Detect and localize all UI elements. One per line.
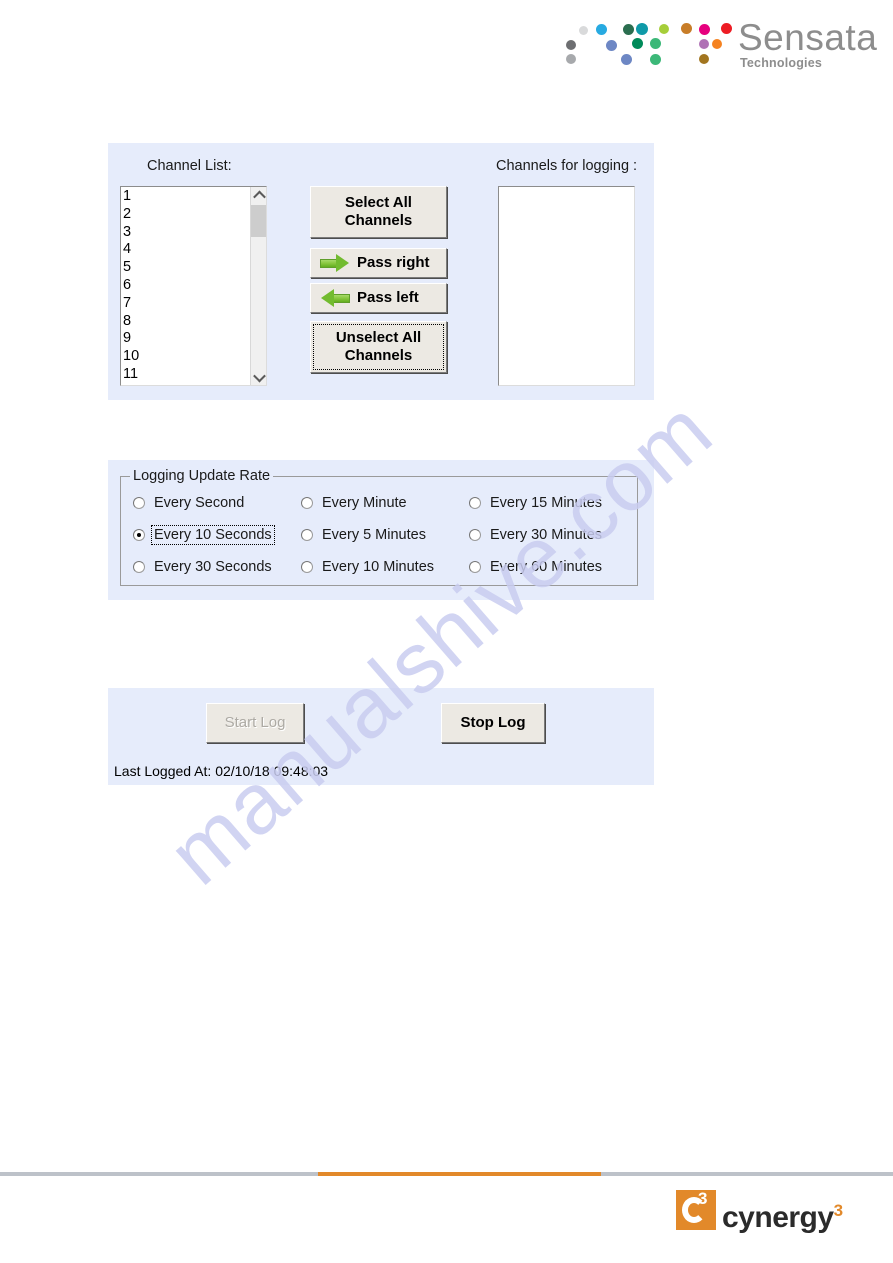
- sensata-wordmark: Sensata: [738, 17, 878, 58]
- footer-accent-bar: [318, 1172, 601, 1176]
- stop-log-label: Stop Log: [460, 714, 526, 731]
- sensata-logo: Sensata Technologies: [566, 17, 886, 78]
- radio-label: Every 10 Seconds: [151, 525, 275, 545]
- sensata-logo-dot: [699, 54, 709, 64]
- radio-label: Every 15 Minutes: [490, 495, 603, 511]
- radio-label: Every 10 Minutes: [322, 559, 435, 575]
- sensata-logo-dot: [712, 39, 722, 49]
- list-item[interactable]: 5: [123, 259, 249, 277]
- sensata-logo-dot: [606, 40, 617, 51]
- radio-indicator-icon[interactable]: [133, 497, 145, 509]
- scroll-down-arrow-icon[interactable]: [251, 369, 266, 385]
- radio-label: Every Minute: [322, 495, 407, 511]
- cynergy3-wordmark: cynergy3: [722, 1194, 843, 1235]
- sensata-logo-dot: [699, 24, 710, 35]
- footer-divider: [0, 1172, 893, 1176]
- pass-left-label: Pass left: [357, 289, 419, 306]
- channel-list-scrollbar[interactable]: [250, 187, 266, 385]
- pass-left-button[interactable]: Pass left: [310, 283, 447, 313]
- sensata-tagline: Technologies: [740, 56, 823, 70]
- list-item[interactable]: 9: [123, 330, 249, 348]
- list-item[interactable]: 11: [123, 366, 249, 384]
- start-log-button[interactable]: Start Log: [206, 703, 304, 743]
- radio-every-60-minutes[interactable]: Every 60 Minutes: [469, 558, 604, 576]
- channel-list-label: Channel List:: [147, 158, 232, 174]
- sensata-logo-dot: [566, 40, 576, 50]
- channel-list-items: 1 2 3 4 5 6 7 8 9 10 11: [123, 188, 249, 385]
- select-all-channels-button[interactable]: Select All Channels: [310, 186, 447, 238]
- radio-indicator-icon[interactable]: [301, 529, 313, 541]
- radio-indicator-icon[interactable]: [133, 529, 145, 541]
- sensata-logo-dot: [632, 38, 643, 49]
- logging-channels-items: [501, 188, 632, 385]
- radio-indicator-icon[interactable]: [301, 497, 313, 509]
- sensata-logo-dot: [650, 38, 661, 49]
- radio-label: Every 30 Minutes: [490, 527, 603, 543]
- arrow-left-icon: [320, 288, 350, 308]
- sensata-logo-dot: [681, 23, 692, 34]
- pass-right-label: Pass right: [357, 254, 430, 271]
- logging-update-rate-title: Logging Update Rate: [130, 468, 274, 484]
- start-log-label: Start Log: [224, 714, 286, 731]
- list-item[interactable]: 10: [123, 348, 249, 366]
- channels-for-logging-label: Channels for logging :: [496, 158, 638, 174]
- radio-indicator-icon[interactable]: [469, 497, 481, 509]
- radio-indicator-icon[interactable]: [469, 529, 481, 541]
- list-item[interactable]: 7: [123, 295, 249, 313]
- cynergy3-word-superscript: 3: [833, 1201, 843, 1220]
- scroll-up-arrow-icon[interactable]: [251, 187, 266, 203]
- radio-every-15-minutes[interactable]: Every 15 Minutes: [469, 494, 604, 512]
- radio-indicator-icon[interactable]: [133, 561, 145, 573]
- radio-label: Every Second: [154, 495, 245, 511]
- sensata-logo-dot: [721, 23, 732, 34]
- logging-channels-list-box[interactable]: [498, 186, 635, 386]
- radio-every-10-minutes[interactable]: Every 10 Minutes: [301, 558, 436, 576]
- list-item[interactable]: 3: [123, 224, 249, 242]
- radio-every-second[interactable]: Every Second: [133, 494, 246, 512]
- arrow-right-icon: [320, 253, 350, 273]
- select-all-channels-label: Select All Channels: [344, 194, 413, 229]
- sensata-dot-pattern: [566, 18, 736, 68]
- last-logged-status: Last Logged At: 02/10/18 09:48:03: [114, 763, 329, 779]
- channel-selection-panel: Channel List: Channels for logging : 123…: [108, 143, 654, 400]
- sensata-logo-dot: [636, 23, 648, 35]
- radio-every-30-minutes[interactable]: Every 30 Minutes: [469, 526, 604, 544]
- sensata-logo-dot: [623, 24, 634, 35]
- radio-every-5-minutes[interactable]: Every 5 Minutes: [301, 526, 428, 544]
- radio-indicator-icon[interactable]: [301, 561, 313, 573]
- cynergy3-mark-superscript: 3: [698, 1189, 708, 1208]
- radio-indicator-icon[interactable]: [469, 561, 481, 573]
- unselect-all-channels-label: Unselect All Channels: [335, 329, 422, 364]
- list-item[interactable]: 4: [123, 241, 249, 259]
- radio-every-30-seconds[interactable]: Every 30 Seconds: [133, 558, 274, 576]
- sensata-logo-dot: [699, 39, 709, 49]
- scrollbar-thumb[interactable]: [251, 205, 266, 237]
- logging-rate-panel: Logging Update Rate Every Second Every 10…: [108, 460, 654, 600]
- list-item[interactable]: 6: [123, 277, 249, 295]
- unselect-all-channels-button[interactable]: Unselect All Channels: [310, 321, 447, 373]
- sensata-logo-dot: [650, 54, 661, 65]
- channel-list-box[interactable]: 1 2 3 4 5 6 7 8 9 10 11: [120, 186, 267, 386]
- radio-every-10-seconds[interactable]: Every 10 Seconds: [133, 525, 275, 545]
- sensata-logo-dot: [579, 26, 588, 35]
- sensata-logo-dot: [621, 54, 632, 65]
- radio-label: Every 30 Seconds: [154, 559, 272, 575]
- list-item[interactable]: 8: [123, 313, 249, 331]
- sensata-logo-dot: [566, 54, 576, 64]
- list-item[interactable]: 2: [123, 206, 249, 224]
- cynergy3-logo: 3 cynergy3: [676, 1190, 886, 1234]
- radio-every-minute[interactable]: Every Minute: [301, 494, 409, 512]
- cynergy3-word: cynergy: [722, 1201, 834, 1234]
- sensata-logo-dot: [596, 24, 607, 35]
- radio-label: Every 5 Minutes: [322, 527, 426, 543]
- radio-label: Every 60 Minutes: [490, 559, 603, 575]
- pass-right-button[interactable]: Pass right: [310, 248, 447, 278]
- log-controls-panel: Start Log Stop Log Last Logged At: 02/10…: [108, 688, 654, 785]
- sensata-logo-dot: [659, 24, 669, 34]
- cynergy3-mark-icon: 3: [676, 1190, 716, 1230]
- list-item[interactable]: 1: [123, 188, 249, 206]
- stop-log-button[interactable]: Stop Log: [441, 703, 545, 743]
